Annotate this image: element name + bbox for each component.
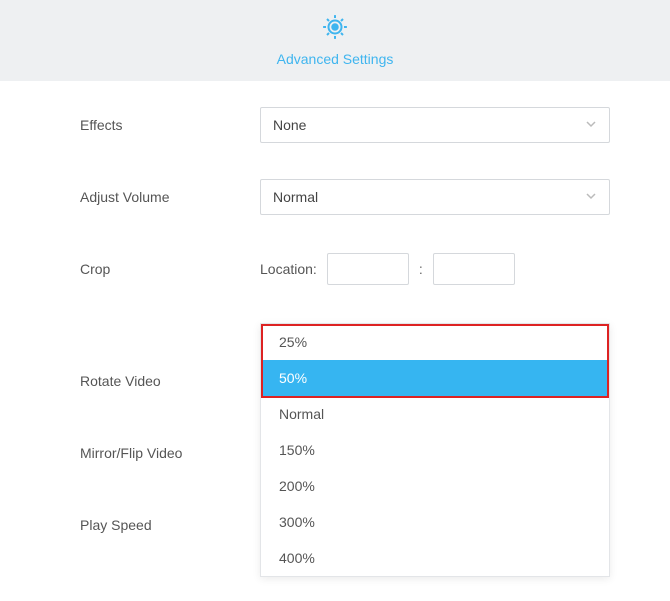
label-rotate-video: Rotate Video xyxy=(80,373,260,389)
row-adjust-volume: Adjust Volume Normal xyxy=(80,171,610,223)
play-speed-option[interactable]: 200% xyxy=(261,468,609,504)
play-speed-option[interactable]: 25% xyxy=(261,324,609,360)
chevron-down-icon xyxy=(585,189,597,205)
effects-value: None xyxy=(273,117,306,133)
settings-form: Effects None Adjust Volume Normal Crop xyxy=(0,81,670,601)
crop-location-label: Location: xyxy=(260,261,317,277)
play-speed-option[interactable]: Normal xyxy=(261,396,609,432)
adjust-volume-select[interactable]: Normal xyxy=(260,179,610,215)
header-title: Advanced Settings xyxy=(0,51,670,67)
chevron-down-icon xyxy=(585,117,597,133)
play-speed-option[interactable]: 150% xyxy=(261,432,609,468)
label-crop: Crop xyxy=(80,261,260,277)
play-speed-option[interactable]: 300% xyxy=(261,504,609,540)
label-mirror-flip: Mirror/Flip Video xyxy=(80,445,260,461)
header-bar: Advanced Settings xyxy=(0,0,670,81)
adjust-volume-value: Normal xyxy=(273,189,318,205)
play-speed-option[interactable]: 400% xyxy=(261,540,609,576)
row-effects: Effects None xyxy=(80,99,610,151)
label-play-speed: Play Speed xyxy=(80,517,260,533)
crop-separator: : xyxy=(419,261,423,277)
effects-select[interactable]: None xyxy=(260,107,610,143)
crop-y-input[interactable] xyxy=(433,253,515,285)
gear-icon xyxy=(320,12,350,45)
row-crop: Crop Location: : xyxy=(80,243,610,295)
crop-x-input[interactable] xyxy=(327,253,409,285)
play-speed-dropdown: 25% 50% Normal 150% 200% 300% 400% xyxy=(260,323,610,577)
label-effects: Effects xyxy=(80,117,260,133)
play-speed-option[interactable]: 50% xyxy=(261,360,609,396)
label-adjust-volume: Adjust Volume xyxy=(80,189,260,205)
